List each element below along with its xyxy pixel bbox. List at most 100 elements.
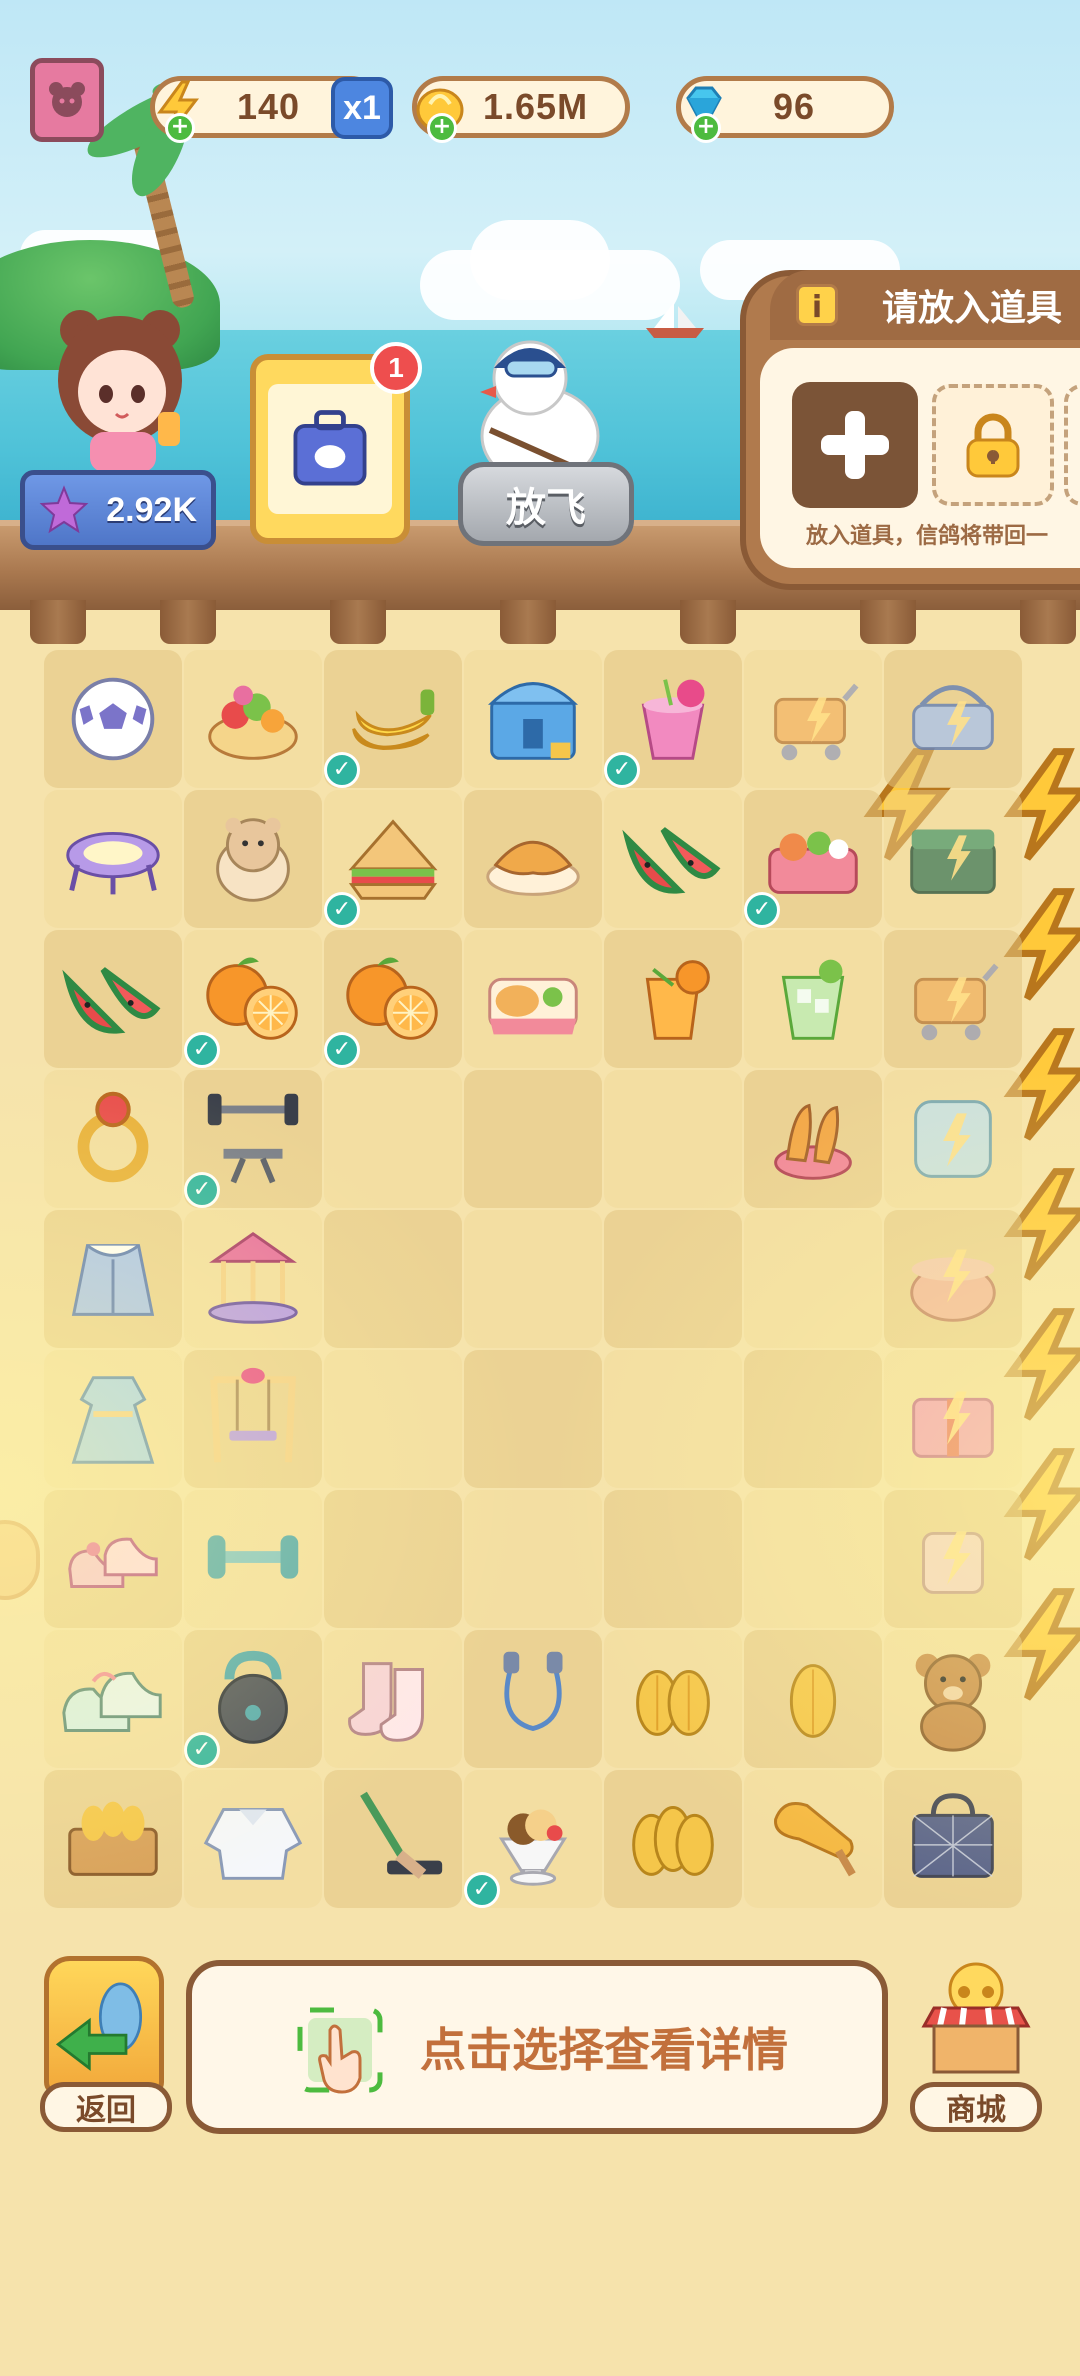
- board-cell[interactable]: [604, 1630, 742, 1768]
- board-cell[interactable]: [184, 1490, 322, 1628]
- board-cell[interactable]: [184, 1770, 322, 1908]
- journal-button[interactable]: [30, 58, 104, 142]
- energy-bolt-icon: [988, 1306, 1080, 1421]
- add-energy-button[interactable]: +: [165, 113, 195, 143]
- board-cell[interactable]: [44, 1630, 182, 1768]
- blue-dress-icon: [71, 1376, 155, 1464]
- board-cell[interactable]: ✓: [184, 930, 322, 1068]
- jump-rope-icon: [503, 1651, 563, 1732]
- add-item-slot[interactable]: [792, 382, 918, 508]
- energy-multiplier-button[interactable]: x1: [331, 77, 393, 139]
- board-cell[interactable]: [744, 650, 952, 861]
- board-cell[interactable]: ✓: [184, 1070, 322, 1208]
- board-cell[interactable]: [744, 930, 882, 1068]
- orange-juice-icon: [645, 960, 710, 1040]
- board-cell[interactable]: [744, 1770, 882, 1908]
- board-cell[interactable]: [604, 1770, 742, 1908]
- empty-board-cell[interactable]: [324, 1210, 462, 1348]
- board-cell[interactable]: [464, 930, 602, 1068]
- energy-bolt-icon: [988, 1166, 1080, 1281]
- board-cell[interactable]: [884, 1490, 1080, 1701]
- board-cell[interactable]: [604, 790, 742, 928]
- checkmark-icon: ✓: [324, 752, 360, 788]
- board-cell[interactable]: [464, 790, 602, 928]
- girl-score-plate[interactable]: 2.92K: [20, 470, 216, 550]
- coin-counter[interactable]: + 1.65M: [412, 76, 630, 143]
- sailboat-icon: [646, 302, 704, 338]
- board-cell[interactable]: [884, 1070, 1080, 1281]
- lightning-icon: +: [141, 71, 215, 145]
- empty-board-cell[interactable]: [464, 1490, 602, 1628]
- pink-shoes-icon: [68, 1537, 158, 1589]
- back-button[interactable]: 返回: [30, 1956, 182, 2132]
- fly-button[interactable]: 放飞: [458, 462, 634, 546]
- empty-board-cell[interactable]: [744, 1350, 882, 1488]
- board-cell[interactable]: ✓: [324, 650, 462, 788]
- empty-board-cell[interactable]: [464, 1350, 602, 1488]
- board-cell[interactable]: [324, 1770, 462, 1908]
- board-cell[interactable]: ✓: [744, 790, 882, 928]
- empty-board-cell[interactable]: [464, 1210, 602, 1348]
- board-cell[interactable]: [744, 1070, 882, 1208]
- empty-board-cell[interactable]: [324, 1490, 462, 1628]
- energy-bolt-icon: [988, 886, 1080, 1001]
- board-cell[interactable]: [184, 1350, 322, 1488]
- empty-board-cell[interactable]: [604, 1350, 742, 1488]
- empty-board-cell[interactable]: [324, 1350, 462, 1488]
- watermelon-icon: [62, 967, 161, 1034]
- energy-counter[interactable]: + 140 x1: [150, 76, 393, 143]
- board-cell[interactable]: [44, 930, 182, 1068]
- board-cell[interactable]: ✓: [464, 1770, 602, 1908]
- board-cell[interactable]: [464, 650, 602, 788]
- board-cell[interactable]: [44, 1210, 182, 1348]
- board-cell[interactable]: [184, 790, 322, 928]
- empty-board-cell[interactable]: [324, 1070, 462, 1208]
- empty-board-cell[interactable]: [744, 1210, 882, 1348]
- board-cell[interactable]: [44, 1350, 182, 1488]
- side-tab[interactable]: [0, 1520, 40, 1600]
- board-cell[interactable]: ✓: [324, 930, 462, 1068]
- shop-label: 商城: [910, 2082, 1042, 2132]
- star-icon: [39, 485, 89, 534]
- board-cell[interactable]: ✓: [604, 650, 742, 788]
- empty-board-cell[interactable]: [604, 1490, 742, 1628]
- board-cell[interactable]: [44, 1770, 182, 1908]
- gem-counter[interactable]: + 96: [676, 76, 894, 143]
- empty-board-cell[interactable]: [464, 1070, 602, 1208]
- board-cell[interactable]: [884, 790, 1080, 1001]
- add-coins-button[interactable]: +: [427, 113, 457, 143]
- board-cell[interactable]: [884, 1210, 1080, 1421]
- suitcase-frame[interactable]: 1: [250, 342, 422, 544]
- board-cell[interactable]: [884, 650, 1080, 861]
- locked-item-slot[interactable]: [932, 384, 1054, 506]
- suitcase-icon: [293, 410, 367, 486]
- energy-value: 140: [237, 86, 301, 127]
- board-cell[interactable]: [44, 1490, 182, 1628]
- info-icon[interactable]: i: [796, 284, 838, 326]
- tap-hand-icon: [297, 2007, 383, 2094]
- board-cell[interactable]: [604, 930, 742, 1068]
- board-cell[interactable]: [884, 1630, 1022, 1768]
- board-cell[interactable]: [44, 790, 182, 928]
- empty-board-cell[interactable]: [604, 1210, 742, 1348]
- board-cell[interactable]: [464, 1630, 602, 1768]
- board-cell[interactable]: ✓: [324, 790, 462, 928]
- board-cell[interactable]: [324, 1630, 462, 1768]
- checkmark-icon: ✓: [184, 1172, 220, 1208]
- board-cell[interactable]: [884, 930, 1080, 1141]
- board-cell[interactable]: [44, 1070, 182, 1208]
- board-cell[interactable]: [44, 650, 182, 788]
- add-gems-button[interactable]: +: [691, 113, 721, 143]
- extra-item-slot[interactable]: [1064, 384, 1080, 506]
- board-cell[interactable]: [884, 1770, 1022, 1908]
- girl-score-value: 2.92K: [106, 490, 197, 529]
- board-cell[interactable]: [884, 1350, 1080, 1561]
- board-cell[interactable]: ✓: [184, 1630, 322, 1768]
- board-cell[interactable]: [184, 650, 322, 788]
- shop-button[interactable]: 商城: [900, 1956, 1052, 2132]
- girl-character[interactable]: [40, 300, 200, 480]
- empty-board-cell[interactable]: [744, 1490, 882, 1628]
- board-cell[interactable]: [184, 1210, 322, 1348]
- empty-board-cell[interactable]: [604, 1070, 742, 1208]
- board-cell[interactable]: [744, 1630, 882, 1768]
